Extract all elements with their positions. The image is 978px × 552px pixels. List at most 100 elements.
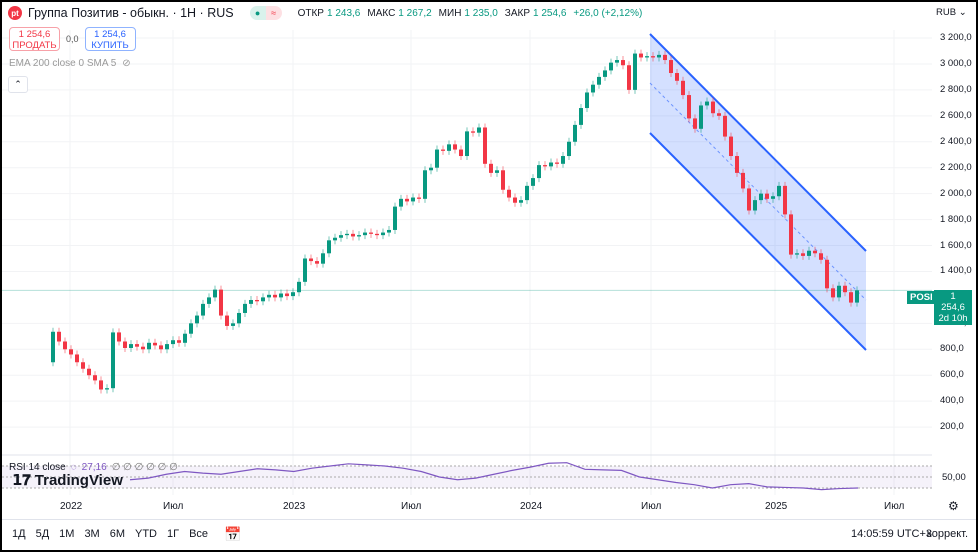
candle: [723, 115, 727, 137]
clock[interactable]: 14:05:59 UTC+3: [851, 528, 932, 540]
goto-date-icon[interactable]: 📅: [224, 526, 241, 543]
candle: [321, 253, 325, 264]
candle: [189, 323, 193, 334]
candle: [459, 149, 463, 157]
range-button[interactable]: 1Г: [167, 528, 179, 540]
bar-countdown: 2d 10h: [938, 313, 968, 324]
y-axis-label: 400,0: [940, 395, 964, 407]
candle: [105, 388, 109, 390]
candle: [735, 156, 739, 173]
collapse-legend-button[interactable]: ⌃: [8, 76, 28, 93]
candle: [201, 303, 205, 316]
candle: [297, 281, 301, 293]
candle: [777, 185, 781, 197]
currency-select[interactable]: RUB ⌄: [936, 7, 967, 18]
range-button[interactable]: 1М: [59, 528, 74, 540]
range-button[interactable]: 5Д: [36, 528, 50, 540]
status-pill[interactable]: ● ≈: [249, 6, 282, 20]
symbol-tag: POSI: [907, 291, 936, 304]
sell-price: 1 254,6: [18, 29, 51, 40]
range-button[interactable]: 3М: [84, 528, 99, 540]
tradingview-logo[interactable]: 𝟭𝟕 TradingView: [12, 471, 123, 490]
candle: [501, 170, 505, 190]
candle: [651, 56, 655, 58]
symbol-title[interactable]: Группа Позитив - обыкн. · 1H · RUS: [28, 6, 234, 20]
candle: [771, 196, 775, 199]
y-axis-label: 2 800,0: [940, 83, 972, 95]
range-button[interactable]: 6М: [110, 528, 125, 540]
eye-hidden-icon[interactable]: ⊘: [122, 58, 130, 69]
sell-button[interactable]: 1 254,6 ПРОДАТЬ: [9, 27, 60, 51]
candle: [687, 95, 691, 119]
candle: [783, 185, 787, 215]
candle: [729, 136, 733, 157]
candle: [387, 229, 391, 233]
candle: [837, 285, 841, 298]
range-button[interactable]: YTD: [135, 528, 157, 540]
candle: [429, 167, 433, 171]
currency-label: RUB: [936, 7, 957, 18]
candle: [633, 53, 637, 90]
x-axis-label: Июл: [163, 501, 184, 512]
candle: [789, 214, 793, 255]
candle: [603, 70, 607, 77]
y-axis-label: 600,0: [940, 369, 964, 381]
spread: 0,0: [66, 34, 79, 44]
candle: [819, 253, 823, 260]
trade-panel: 1 254,6 ПРОДАТЬ 0,0 1 254,6 КУПИТЬ: [9, 27, 136, 51]
ohlc-value: 1 243,6: [326, 7, 361, 19]
candle: [99, 380, 103, 390]
market-open-icon: ●: [249, 6, 266, 20]
y-axis-label: 2 200,0: [940, 161, 972, 173]
range-button[interactable]: 1Д: [12, 528, 26, 540]
candle: [543, 165, 547, 167]
adjust-button[interactable]: коррект.: [927, 528, 968, 540]
candle: [417, 197, 421, 199]
candle: [555, 162, 559, 164]
range-button[interactable]: Все: [189, 528, 208, 540]
candle: [741, 172, 745, 189]
x-axis-label: Июл: [641, 501, 662, 512]
buy-button[interactable]: 1 254,6 КУПИТЬ: [84, 27, 136, 51]
candle: [627, 65, 631, 90]
candle: [57, 331, 61, 342]
indicator-legend[interactable]: EMA 200 close 0 SMA 5 ⊘: [9, 58, 131, 69]
candle: [537, 165, 541, 179]
candle: [405, 198, 409, 202]
candle: [549, 162, 553, 167]
ohlc-key: МАКС: [367, 7, 396, 19]
candle: [807, 250, 811, 256]
candle: [231, 323, 235, 326]
y-axis-label: 800,0: [940, 343, 964, 355]
sell-label: ПРОДАТЬ: [12, 40, 57, 51]
candle: [693, 118, 697, 129]
candle: [615, 60, 619, 63]
candle: [345, 233, 349, 236]
candle: [123, 341, 127, 348]
candle: [639, 53, 643, 58]
candle: [87, 368, 91, 376]
candle: [141, 346, 145, 350]
candle: [225, 315, 229, 326]
candle: [843, 285, 847, 293]
candle: [135, 344, 139, 347]
company-logo: pt: [8, 6, 22, 20]
candle: [291, 292, 295, 297]
ohlc-key: ОТКР: [297, 7, 324, 19]
ohlc-values: ОТКР 1 243,6 МАКС 1 267,2 МИН 1 235,0 ЗАКР 1 25…: [298, 8, 647, 19]
y-axis-label: 1 400,0: [940, 265, 972, 277]
candle: [159, 345, 163, 350]
candle: [63, 341, 67, 350]
candle: [699, 105, 703, 129]
candle: [705, 101, 709, 106]
candle: [237, 312, 241, 324]
y-axis-label: 3 000,0: [940, 57, 972, 69]
settings-icon[interactable]: ⚙: [948, 499, 959, 513]
last-price: 1 254,6: [941, 291, 965, 313]
candle: [675, 73, 679, 81]
candle: [69, 349, 73, 355]
candle: [351, 233, 355, 237]
x-axis-label: 2025: [765, 501, 788, 512]
candle: [855, 290, 859, 303]
buy-price: 1 254,6: [94, 29, 126, 40]
